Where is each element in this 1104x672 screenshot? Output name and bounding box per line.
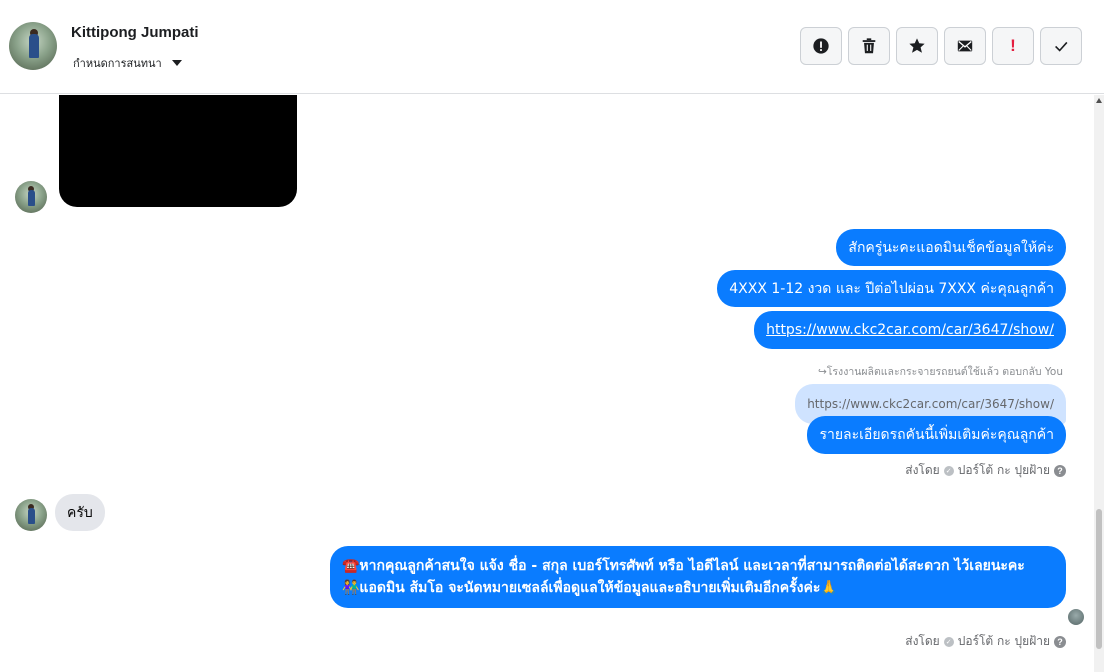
- star-button[interactable]: [896, 27, 938, 65]
- mark-done-button[interactable]: [1040, 27, 1082, 65]
- important-icon: !: [1010, 36, 1016, 55]
- check-icon: [1055, 41, 1068, 52]
- reply-indicator: ↪โรงงานผลิตและกระจายรถยนต์ใช้แล้ว ตอบกลั…: [817, 366, 1063, 378]
- conversation-header: Kittipong Jumpati กำหนดการสนทนา !: [0, 0, 1104, 94]
- assign-conversation-dropdown[interactable]: กำหนดการสนทนา: [73, 54, 182, 72]
- assign-label: กำหนดการสนทนา: [73, 57, 162, 70]
- verified-icon: ✓: [943, 465, 954, 476]
- seen-avatar: [1068, 609, 1084, 625]
- help-icon[interactable]: ?: [1054, 635, 1066, 648]
- sender-avatar: [15, 181, 47, 213]
- envelope-icon: [957, 40, 973, 52]
- mark-important-button[interactable]: !: [992, 27, 1034, 65]
- sender-avatar: [15, 499, 47, 531]
- verified-icon: ✓: [943, 636, 954, 647]
- contact-avatar[interactable]: [9, 22, 57, 70]
- sent-by-info: ส่งโดย ✓ ปอร์โต้ กะ ปุยฝ้าย ?: [905, 461, 1066, 480]
- video-attachment[interactable]: [59, 95, 297, 207]
- trash-icon: [862, 38, 876, 54]
- message-thread[interactable]: สักครู่นะคะแอดมินเช็คข้อมูลให้ค่ะ 4XXX 1…: [0, 95, 1104, 672]
- help-icon[interactable]: ?: [1054, 464, 1066, 477]
- scroll-thumb[interactable]: [1096, 509, 1102, 649]
- incoming-message[interactable]: ครับ: [55, 494, 105, 531]
- message-line: 👫แอดมิน ส้มโอ จะนัดหมายเซลล์เพื่อดูแลให้…: [342, 580, 838, 596]
- outgoing-message[interactable]: 4XXX 1-12 งวด และ ปีต่อไปผ่อน 7XXX ค่ะคุ…: [717, 270, 1066, 307]
- mark-spam-button[interactable]: [800, 27, 842, 65]
- delete-button[interactable]: [848, 27, 890, 65]
- thread-scrollbar[interactable]: [1094, 95, 1104, 672]
- sent-by-info: ส่งโดย ✓ ปอร์โต้ กะ ปุยฝ้าย ?: [905, 632, 1066, 651]
- mark-unread-button[interactable]: [944, 27, 986, 65]
- star-icon: [909, 38, 925, 53]
- contact-name[interactable]: Kittipong Jumpati: [71, 24, 199, 41]
- message-line: ☎️หากคุณลูกค้าสนใจ แจ้ง ชื่อ - สกุล เบอร…: [342, 558, 1025, 574]
- scroll-up-arrow-icon[interactable]: [1096, 98, 1102, 103]
- outgoing-link-message[interactable]: https://www.ckc2car.com/car/3647/show/: [754, 311, 1066, 349]
- outgoing-message[interactable]: รายละเอียดรถคันนี้เพิ่มเติมค่ะคุณลูกค้า: [807, 416, 1066, 454]
- caret-down-icon: [171, 60, 182, 66]
- alert-circle-icon: [813, 38, 829, 54]
- outgoing-message[interactable]: สักครู่นะคะแอดมินเช็คข้อมูลให้ค่ะ: [836, 229, 1066, 266]
- header-actions: !: [800, 27, 1082, 65]
- outgoing-message[interactable]: ☎️หากคุณลูกค้าสนใจ แจ้ง ชื่อ - สกุล เบอร…: [330, 546, 1066, 608]
